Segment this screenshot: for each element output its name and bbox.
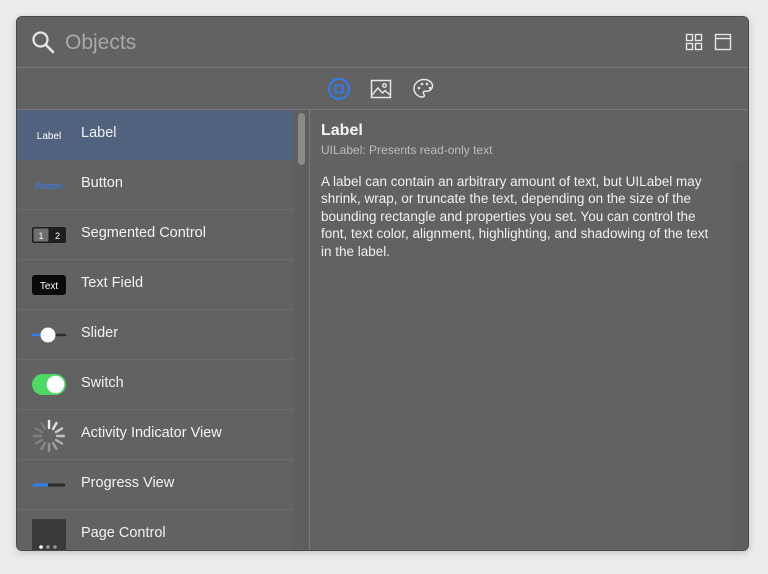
list-item-label[interactable]: Label Label — [17, 110, 293, 160]
image-library-icon[interactable] — [369, 77, 393, 101]
detail-description: A label can contain an arbitrary amount … — [321, 174, 709, 259]
button-icon: Button — [35, 181, 62, 192]
list-item-text: Segmented Control — [81, 225, 206, 241]
progress-view-icon — [33, 483, 65, 487]
svg-text:2: 2 — [55, 231, 60, 241]
detail-scrollbar-track[interactable] — [732, 162, 748, 550]
slider-icon — [31, 327, 67, 343]
page-control-icon — [32, 519, 66, 550]
activity-indicator-icon — [32, 419, 66, 452]
grid-view-icon[interactable] — [685, 33, 703, 51]
label-icon: Label — [37, 131, 61, 142]
switch-icon — [32, 374, 66, 395]
list-item-text: Activity Indicator View — [81, 425, 222, 441]
list-item-text: Slider — [81, 325, 119, 341]
list-scrollbar-track[interactable] — [293, 110, 309, 550]
detail-subtitle: UILabel: Presents read-only text — [321, 143, 493, 157]
list-item-button[interactable]: Button Button — [17, 160, 293, 210]
detail-title: Label — [321, 122, 363, 139]
object-library-icon[interactable] — [327, 77, 351, 101]
list-item-page-control[interactable]: Page Control — [17, 510, 293, 550]
list-item-text: Text Field — [81, 275, 144, 291]
list-item-progress-view[interactable]: Progress View — [17, 460, 293, 510]
list-item-text-field[interactable]: Text Text Field — [17, 260, 293, 310]
list-item-text: Progress View — [81, 475, 175, 491]
color-palette-icon[interactable] — [412, 77, 436, 101]
list-item-segmented-control[interactable]: 1 2 Segmented Control — [17, 210, 293, 260]
list-item-switch[interactable]: Switch — [17, 360, 293, 410]
list-item-text: Button — [81, 175, 123, 191]
list-item-text: Page Control — [81, 525, 166, 541]
panel-view-icon[interactable] — [714, 33, 732, 51]
search-bar — [17, 17, 748, 68]
segmented-control-icon: 1 2 — [32, 227, 66, 243]
object-library-window: Label Label Button Button 1 2 Segmented … — [16, 16, 749, 551]
search-icon — [32, 31, 55, 54]
svg-text:Label: Label — [37, 131, 61, 142]
list-item-text: Switch — [81, 375, 124, 391]
detail-pane: Label UILabel: Presents read-only text A… — [310, 110, 748, 550]
list-item-slider[interactable]: Slider — [17, 310, 293, 360]
search-input[interactable] — [63, 26, 567, 60]
library-tab-bar — [17, 68, 748, 110]
svg-text:Text: Text — [40, 281, 59, 292]
list-scrollbar-thumb[interactable] — [298, 113, 305, 165]
svg-text:Button: Button — [35, 181, 62, 192]
object-list: Label Label Button Button 1 2 Segmented … — [17, 110, 309, 550]
list-item-activity-indicator-view[interactable]: Activity Indicator View — [17, 410, 293, 460]
svg-text:1: 1 — [38, 231, 43, 241]
text-field-icon: Text — [32, 275, 66, 295]
list-item-text: Label — [81, 125, 117, 141]
